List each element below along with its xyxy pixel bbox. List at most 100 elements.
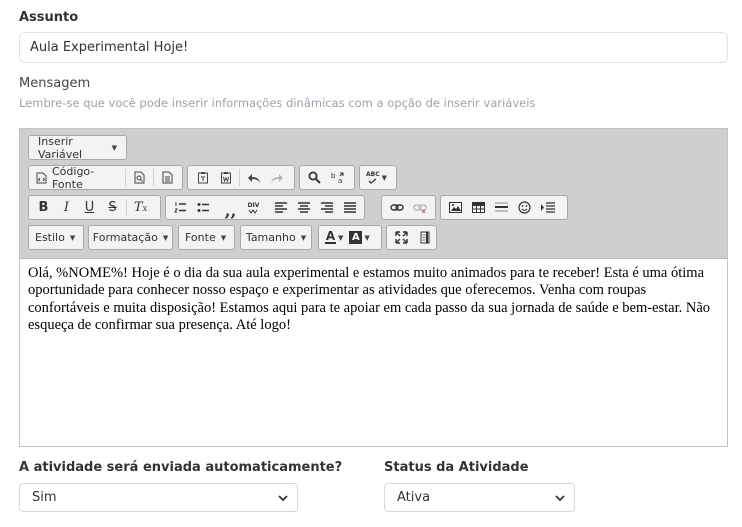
message-label: Mensagem: [19, 76, 91, 91]
bold-button[interactable]: B: [32, 197, 55, 218]
bulleted-list-button[interactable]: [192, 197, 215, 218]
chevron-down-icon: ▼: [338, 233, 344, 242]
underline-icon: U: [84, 200, 95, 215]
undo-button[interactable]: [242, 167, 265, 188]
paste-text-icon: [197, 171, 209, 184]
text-color-icon: A: [325, 229, 336, 244]
font-dropdown-button[interactable]: Fonte ▼: [179, 227, 232, 248]
strikethrough-icon: S: [108, 200, 117, 215]
align-left-button[interactable]: [269, 197, 292, 218]
redo-button[interactable]: [265, 167, 288, 188]
unlink-button[interactable]: [408, 197, 431, 218]
preview-button[interactable]: [128, 167, 151, 188]
size-dropdown-button[interactable]: Tamanho ▼: [241, 227, 311, 248]
font-dropdown[interactable]: Fonte ▼: [178, 225, 235, 250]
size-dropdown[interactable]: Tamanho ▼: [240, 225, 312, 250]
editor-toolbar: Inserir Variável ▼ Código-Fonte b a ABC …: [20, 129, 727, 259]
document-icon: [162, 171, 173, 184]
templates-button[interactable]: [156, 167, 179, 188]
chevron-down-icon: [277, 492, 289, 504]
spellcheck-icon: ABC: [366, 171, 380, 184]
italic-icon: I: [63, 200, 70, 215]
search-icon: [308, 171, 321, 184]
style-dropdown-button[interactable]: Estilo ▼: [29, 227, 81, 248]
status-select[interactable]: Ativa: [384, 483, 575, 512]
message-hint: Lembre-se que você pode inserir informaç…: [19, 96, 536, 110]
bold-icon: B: [38, 200, 49, 215]
italic-button[interactable]: I: [55, 197, 78, 218]
underline-button[interactable]: U: [78, 197, 101, 218]
status-label: Status da Atividade: [384, 460, 529, 475]
links-group: [381, 195, 436, 220]
emoji-button[interactable]: [513, 197, 536, 218]
separator: [125, 169, 127, 186]
link-button[interactable]: [385, 197, 408, 218]
table-icon: [472, 202, 485, 213]
editor-content[interactable]: Olá, %NOME%! Hoje é o dia da sua aula ex…: [20, 260, 727, 446]
find-button[interactable]: [303, 167, 326, 188]
quote-icon: ,,: [224, 200, 237, 221]
paragraph-group: ,, DIV: [165, 195, 365, 220]
align-center-button[interactable]: [292, 197, 315, 218]
auto-send-label: A atividade será enviada automaticamente…: [19, 460, 343, 475]
subject-input[interactable]: [19, 32, 728, 63]
horizontal-rule-button[interactable]: [490, 197, 513, 218]
align-center-icon: [297, 202, 310, 213]
bulleted-list-icon: [197, 202, 210, 213]
justify-icon: [343, 202, 356, 213]
format-dropdown-button[interactable]: Formatação ▼: [89, 227, 172, 248]
insert-group: [440, 195, 568, 220]
spellcheck-group: ABC ▼: [359, 165, 397, 190]
strikethrough-button[interactable]: S: [101, 197, 124, 218]
replace-icon: ba: [331, 171, 345, 184]
numbered-list-button[interactable]: [169, 197, 192, 218]
div-container-icon: DIV: [248, 202, 259, 214]
chevron-down-icon: ▼: [111, 143, 117, 152]
chevron-down-icon: ▼: [364, 233, 370, 242]
image-button[interactable]: [444, 197, 467, 218]
paste-word-icon: [220, 171, 232, 184]
chevron-down-icon: [554, 492, 566, 504]
source-code-button[interactable]: Código-Fonte: [32, 165, 123, 191]
text-color-button[interactable]: A ▼: [322, 227, 346, 248]
redo-icon: [270, 172, 284, 184]
format-dropdown[interactable]: Formatação ▼: [88, 225, 173, 250]
smiley-icon: [518, 201, 531, 214]
undo-icon: [247, 172, 261, 184]
colors-group: A ▼ A ▼: [318, 225, 382, 250]
auto-send-select[interactable]: Sim: [19, 483, 298, 512]
paste-word-button[interactable]: [214, 167, 237, 188]
rich-text-editor: Inserir Variável ▼ Código-Fonte b a ABC …: [19, 128, 728, 447]
indent-button[interactable]: [536, 197, 559, 218]
show-blocks-icon: [419, 231, 431, 244]
show-blocks-button[interactable]: [413, 227, 436, 248]
size-dropdown-label: Tamanho: [245, 231, 296, 244]
style-dropdown-label: Estilo: [35, 231, 65, 244]
basic-styles-group: B I U S Tx: [28, 195, 161, 220]
svg-text:b: b: [331, 172, 336, 180]
paste-text-button[interactable]: [191, 167, 214, 188]
justify-button[interactable]: [338, 197, 361, 218]
replace-button[interactable]: ba: [326, 167, 349, 188]
svg-text:a: a: [338, 177, 342, 184]
align-right-button[interactable]: [315, 197, 338, 218]
subject-label: Assunto: [19, 10, 79, 25]
chevron-down-icon: ▼: [162, 233, 169, 242]
remove-format-button[interactable]: Tx: [129, 197, 152, 218]
insert-variable-button[interactable]: Inserir Variável ▼: [32, 135, 123, 161]
separator: [153, 169, 155, 186]
background-color-button[interactable]: A ▼: [346, 227, 372, 248]
style-dropdown[interactable]: Estilo ▼: [28, 225, 84, 250]
spellcheck-button[interactable]: ABC ▼: [363, 167, 390, 188]
blockquote-button[interactable]: ,,: [219, 197, 242, 221]
font-dropdown-label: Fonte: [185, 231, 216, 244]
table-button[interactable]: [467, 197, 490, 218]
maximize-button[interactable]: [390, 227, 413, 248]
align-right-icon: [320, 202, 333, 213]
separator: [239, 169, 240, 186]
format-dropdown-label: Formatação: [92, 231, 158, 244]
chevron-down-icon: ▼: [381, 173, 388, 182]
tools-group: [386, 225, 437, 250]
create-div-button[interactable]: DIV: [242, 197, 265, 218]
chevron-down-icon: ▼: [69, 233, 76, 242]
